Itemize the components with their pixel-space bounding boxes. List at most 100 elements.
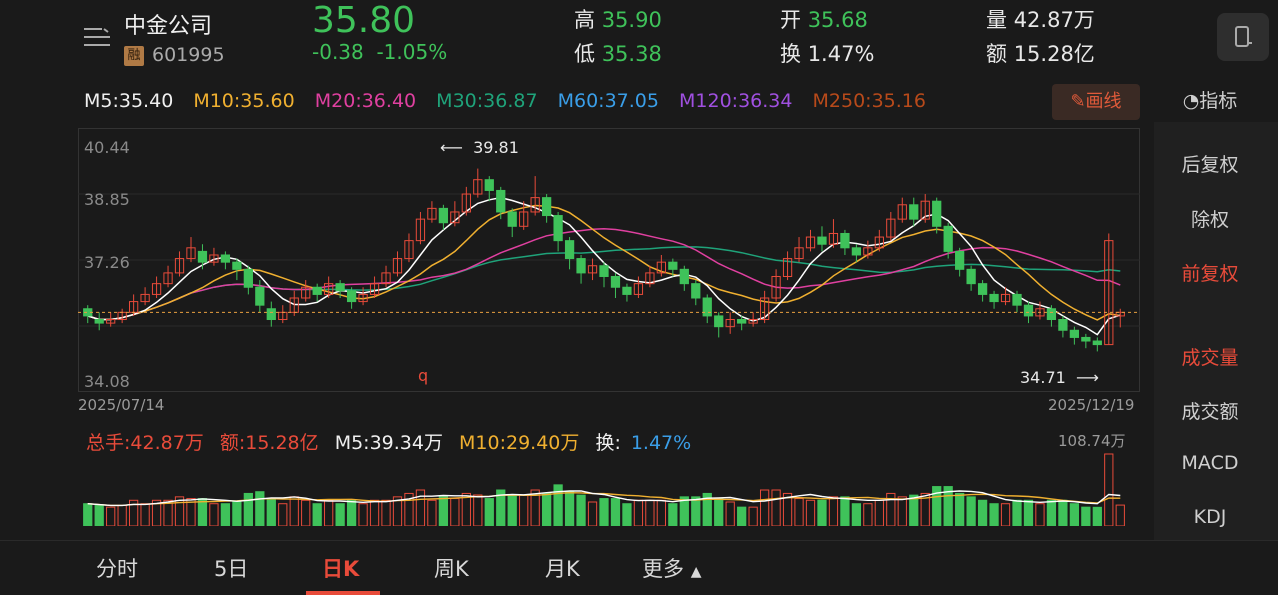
ma60-label: M60:37.05: [557, 90, 659, 112]
volume-bar: [805, 499, 816, 526]
volume-bar: [714, 498, 724, 526]
volume-bar: [415, 489, 426, 526]
landscape-button[interactable]: [1217, 13, 1269, 61]
candle-body: [932, 200, 942, 227]
low-marker: 34.71 ⟶: [1020, 368, 1099, 387]
volume-bar: [851, 503, 862, 526]
volume-bar: [668, 503, 678, 526]
volume-bar: [748, 506, 758, 526]
volume-bar: [633, 499, 644, 526]
candle-body: [564, 240, 575, 260]
volume-bar: [106, 506, 116, 526]
volume-bar: [289, 496, 299, 526]
volume-bar: [94, 504, 104, 526]
price-change: -0.38 -1.05%: [312, 40, 448, 64]
volume-bar: [564, 491, 575, 526]
candle-body: [679, 268, 689, 285]
candle-body: [840, 232, 850, 249]
ma20-label: M20:36.40: [314, 90, 417, 112]
volume-bar: [645, 499, 655, 526]
volume-bar: [255, 491, 265, 526]
volume-chart[interactable]: [78, 450, 1140, 526]
volume-bar: [381, 499, 391, 526]
volume-bar: [220, 503, 231, 526]
candle-body: [255, 286, 265, 306]
volume-bar: [989, 503, 999, 526]
volume-bar: [1058, 499, 1068, 526]
volume-bar: [622, 503, 632, 526]
volume-bar: [737, 506, 747, 526]
volume-bar: [1115, 504, 1125, 526]
ma5-label: M5:35.40: [84, 90, 174, 112]
candle-body: [335, 283, 345, 292]
menu-icon[interactable]: [84, 27, 110, 47]
volume-bar: [874, 499, 884, 526]
volume-bar: [691, 496, 701, 526]
candle-body: [909, 204, 919, 220]
volume-bar: [955, 492, 965, 526]
y-tick-label: 37.26: [84, 253, 130, 272]
volume-bar: [163, 499, 173, 526]
tab-monthly[interactable]: 月K: [545, 553, 580, 583]
volume-bar: [278, 503, 288, 526]
volume-bar: [817, 499, 827, 526]
volume-bar: [1035, 503, 1045, 526]
tab-5day[interactable]: 5日: [214, 553, 248, 583]
high-marker: ⟵ 39.81: [440, 138, 519, 157]
candle-body: [243, 268, 253, 288]
candle-body: [553, 215, 563, 242]
volume-bar: [301, 499, 311, 526]
side-item-volume[interactable]: 成交量: [1154, 343, 1266, 370]
tab-intraday[interactable]: 分时: [96, 553, 138, 583]
side-item-kdj[interactable]: KDJ: [1154, 506, 1266, 528]
side-item-macd[interactable]: MACD: [1154, 452, 1266, 474]
volume-bar: [771, 489, 781, 526]
indicator-button[interactable]: ◔指标: [1154, 86, 1266, 113]
volume-bar: [1012, 499, 1022, 526]
candle-body: [1012, 293, 1022, 306]
volume-bar: [977, 499, 988, 526]
volume-bar: [840, 496, 850, 526]
caret-up-icon: ▲: [690, 564, 702, 580]
tab-daily[interactable]: 日K: [322, 553, 359, 583]
volume-bar: [83, 503, 93, 526]
volume-bar: [209, 503, 219, 526]
volume-bar: [140, 503, 150, 526]
event-marker[interactable]: q: [418, 366, 428, 385]
candle-body: [496, 189, 506, 213]
side-item-forward-adjusted[interactable]: 前复权: [1154, 259, 1266, 286]
ma120-label: M120:36.34: [679, 90, 793, 112]
turnover-stat: 换 1.47%: [780, 42, 875, 66]
candle-body: [955, 250, 965, 270]
volume-bar: [427, 499, 437, 526]
candle-body: [266, 308, 276, 321]
y-tick-label: 34.08: [84, 372, 130, 391]
side-item-amount[interactable]: 成交额: [1154, 397, 1266, 424]
volume-bar: [197, 498, 208, 526]
side-item-back-adjusted[interactable]: 后复权: [1154, 150, 1266, 177]
tab-more[interactable]: 更多 ▲: [642, 553, 701, 583]
volume-bar: [1092, 506, 1102, 526]
period-tabs: 分时 5日 日K 周K 月K 更多 ▲: [0, 540, 1278, 595]
volume-bar: [576, 494, 586, 526]
volume-bar: [1000, 503, 1011, 526]
rotate-phone-icon: [1235, 26, 1252, 47]
candle-body: [817, 236, 827, 245]
candle-body: [966, 268, 976, 285]
candle-body: [851, 247, 862, 256]
volume-bar: [1023, 499, 1034, 526]
candle-body: [507, 211, 517, 227]
candlestick-chart[interactable]: [78, 128, 1140, 392]
side-item-ex-rights[interactable]: 除权: [1154, 205, 1266, 232]
ma10-label: M10:35.60: [193, 90, 295, 112]
volume-bar: [1104, 453, 1114, 526]
ma250-label: M250:35.16: [812, 90, 926, 112]
gauge-icon: ◔: [1182, 90, 1200, 112]
candle-body: [1092, 340, 1102, 346]
candle-body: [691, 283, 701, 299]
candle-body: [714, 315, 724, 328]
draw-line-button[interactable]: ✎画线: [1052, 84, 1140, 120]
tab-weekly[interactable]: 周K: [434, 553, 469, 583]
candle-body: [542, 197, 552, 217]
end-date: 2025/12/19: [1048, 396, 1135, 414]
